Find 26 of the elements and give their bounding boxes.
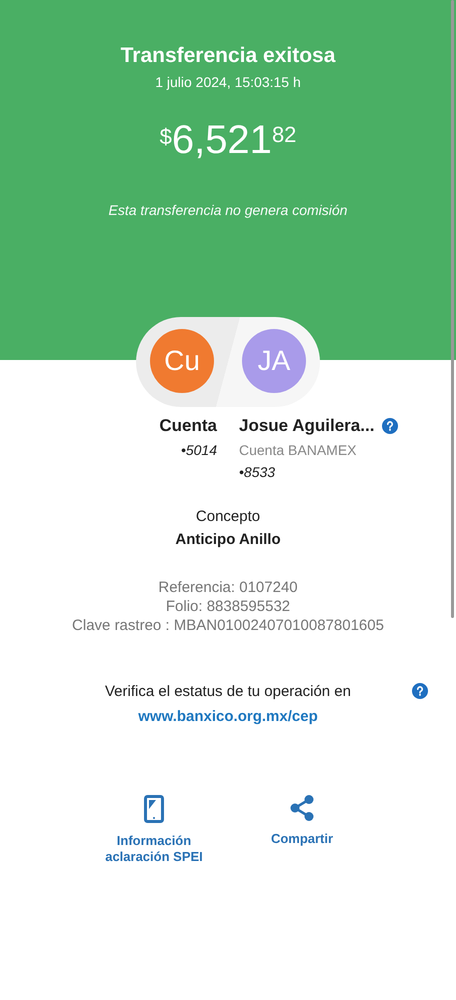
fee-note: Esta transferencia no genera comisión: [108, 202, 348, 218]
action-button[interactable]: Compartir: [242, 795, 362, 865]
concept-value: Anticipo Anillo: [175, 531, 281, 548]
amount-cents: 82: [272, 122, 296, 148]
party-name: Josue Aguilera...: [239, 416, 374, 436]
cep-link[interactable]: www.banxico.org.mx/cep: [138, 708, 318, 725]
action-button[interactable]: Información aclaración SPEI: [94, 795, 214, 865]
amount: 6,521: [172, 118, 272, 162]
verify-text: Verifica el estatus de tu operación en: [105, 683, 351, 700]
currency-symbol: $: [160, 124, 172, 150]
screen-title: Transferencia exitosa: [120, 44, 336, 68]
help-icon[interactable]: [412, 683, 428, 699]
detail-line: Referencia: 0107240: [158, 578, 298, 597]
tablet-icon: [144, 795, 164, 823]
party-name: Cuenta: [159, 416, 217, 436]
share-icon: [290, 795, 314, 821]
account-number: •5014: [180, 442, 217, 458]
detail-line: Clave rastreo : MBAN01002407010087801605: [72, 616, 384, 635]
detail-line: Folio: 8838595532: [166, 597, 290, 616]
bank-name: Cuenta BANAMEX: [239, 442, 358, 458]
help-icon[interactable]: [382, 418, 398, 434]
avatar: Cu: [150, 329, 214, 393]
concept-label: Concepto: [196, 508, 260, 525]
account-number: •8533: [239, 464, 276, 480]
date-time: 1 julio 2024, 15:03:15 h: [155, 74, 301, 90]
avatar: JA: [242, 329, 306, 393]
